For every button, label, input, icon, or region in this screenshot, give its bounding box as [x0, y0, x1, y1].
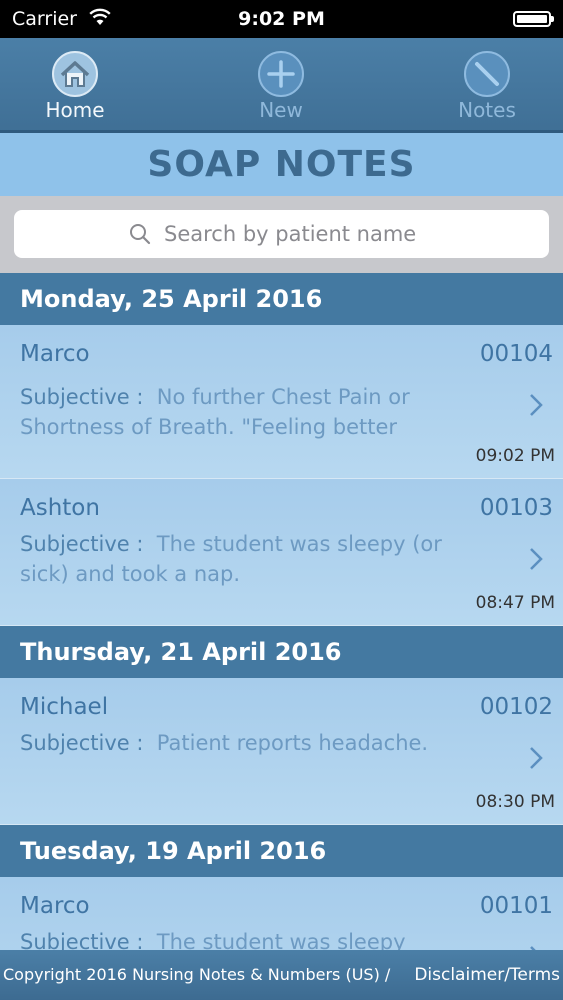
- patient-name: Ashton: [20, 495, 100, 521]
- copyright-text: Copyright 2016 Nursing Notes & Numbers (…: [3, 965, 391, 984]
- patient-name: Marco: [20, 341, 90, 367]
- chevron-right-icon: [530, 394, 543, 416]
- home-icon: [52, 51, 98, 97]
- note-id: 00101: [479, 893, 553, 919]
- notes-list[interactable]: Monday, 25 April 2016 Marco 00104 Subjec…: [0, 273, 563, 950]
- patient-name: Marco: [20, 893, 90, 919]
- note-summary: Subjective : The student was sleepy (or …: [20, 529, 490, 589]
- page-title: SOAP NOTES: [147, 144, 416, 185]
- chevron-right-icon: [530, 747, 543, 769]
- note-row[interactable]: Marco 00104 Subjective : No further Ches…: [0, 325, 563, 479]
- note-time: 09:02 PM: [475, 446, 555, 466]
- note-text: The student was sleepy: [156, 930, 406, 950]
- note-id: 00103: [479, 495, 553, 521]
- search-input[interactable]: [164, 216, 524, 252]
- chevron-right-icon: [530, 548, 543, 570]
- tab-home[interactable]: Home: [5, 38, 145, 133]
- section-header: Monday, 25 April 2016: [0, 273, 563, 325]
- section-header: Tuesday, 19 April 2016: [0, 825, 563, 877]
- tab-bar: Home New Notes: [0, 38, 563, 133]
- search-box[interactable]: [14, 210, 549, 258]
- note-row[interactable]: Michael 00102 Subjective : Patient repor…: [0, 678, 563, 825]
- search-bar: [0, 196, 563, 273]
- disclaimer-link[interactable]: Disclaimer/Terms: [414, 950, 560, 1000]
- note-summary: Subjective : The student was sleepy: [20, 927, 490, 950]
- search-icon: [130, 224, 151, 245]
- note-id: 00102: [479, 694, 553, 720]
- plus-icon: [258, 51, 304, 97]
- title-area: SOAP NOTES: [0, 133, 563, 196]
- note-label: Subjective :: [20, 532, 144, 556]
- tab-notes[interactable]: Notes: [417, 38, 557, 133]
- tab-new[interactable]: New: [211, 38, 351, 133]
- tab-notes-label: Notes: [458, 98, 516, 122]
- note-time: 08:30 PM: [475, 792, 555, 812]
- note-text: Patient reports headache.: [156, 731, 429, 755]
- status-bar: Carrier 9:02 PM: [0, 0, 563, 38]
- tab-new-label: New: [259, 98, 303, 122]
- pencil-icon: [464, 51, 510, 97]
- note-label: Subjective :: [20, 731, 144, 755]
- tab-home-label: Home: [45, 98, 105, 122]
- note-label: Subjective :: [20, 385, 144, 409]
- note-time: 08:47 PM: [475, 593, 555, 613]
- status-time: 9:02 PM: [238, 8, 325, 30]
- note-id: 00104: [479, 341, 553, 367]
- footer: Copyright 2016 Nursing Notes & Numbers (…: [0, 950, 563, 1000]
- note-label: Subjective :: [20, 930, 144, 950]
- patient-name: Michael: [20, 694, 109, 720]
- note-row[interactable]: Ashton 00103 Subjective : The student wa…: [0, 479, 563, 626]
- battery-icon: [513, 11, 554, 27]
- note-summary: Subjective : No further Chest Pain or Sh…: [20, 382, 490, 442]
- note-summary: Subjective : Patient reports headache.: [20, 728, 490, 758]
- note-row[interactable]: Marco 00101 Subjective : The student was…: [0, 877, 563, 950]
- section-header: Thursday, 21 April 2016: [0, 626, 563, 678]
